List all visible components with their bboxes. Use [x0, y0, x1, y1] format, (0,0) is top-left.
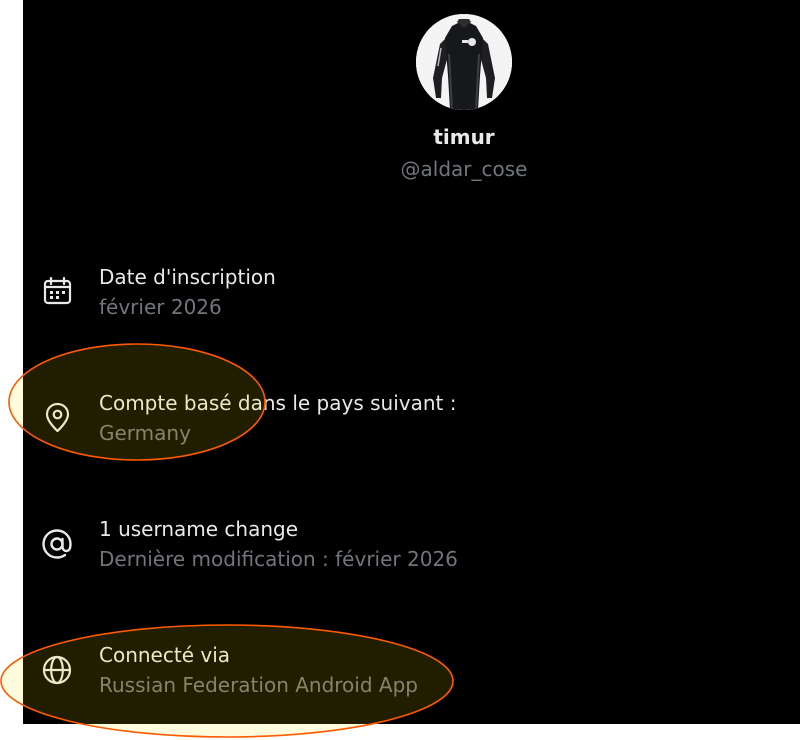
account-country-label: Compte basé dans le pays suivant : [99, 391, 457, 415]
profile-handle[interactable]: @aldar_cose [300, 156, 628, 182]
account-info-panel [23, 0, 800, 724]
account-country-value: Germany [99, 421, 191, 445]
join-date-value: février 2026 [99, 295, 222, 319]
username-change-label: 1 username change [99, 517, 299, 541]
username-change-value: Dernière modification : février 2026 [99, 547, 458, 571]
connected-via-value: Russian Federation Android App [99, 673, 418, 697]
calendar-icon [38, 272, 78, 312]
globe-icon [38, 650, 78, 690]
at-sign-icon [38, 524, 78, 564]
join-date-label: Date d'inscription [99, 265, 276, 289]
wetsuit-avatar-image [416, 14, 512, 110]
location-pin-icon [38, 398, 78, 438]
avatar[interactable] [416, 14, 512, 110]
profile-display-name: timur [433, 125, 495, 149]
connected-via-label: Connecté via [99, 643, 231, 667]
